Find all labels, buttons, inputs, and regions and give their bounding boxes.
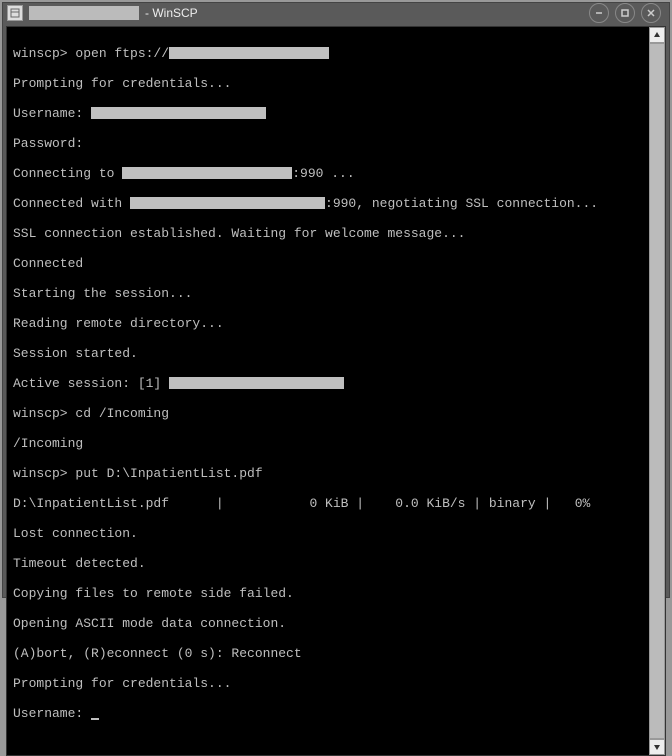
vertical-scrollbar[interactable]	[649, 27, 665, 755]
cursor	[91, 718, 99, 720]
out-line: Username:	[13, 106, 91, 121]
out-line: Opening ASCII mode data connection.	[13, 616, 643, 631]
window-controls	[589, 3, 665, 23]
app-icon	[7, 5, 23, 21]
out-line: Reading remote directory...	[13, 316, 643, 331]
terminal-area: winscp> open ftps:// Prompting for crede…	[6, 26, 666, 756]
scroll-track[interactable]	[649, 43, 665, 739]
out-line: Username:	[13, 706, 91, 721]
redacted-host	[130, 197, 325, 209]
cmd-cd: cd /Incoming	[68, 406, 169, 421]
out-line: Starting the session...	[13, 286, 643, 301]
out-line: /Incoming	[13, 436, 643, 451]
out-line: Connected	[13, 256, 643, 271]
close-button[interactable]	[641, 3, 661, 23]
out-line: Copying files to remote side failed.	[13, 586, 643, 601]
titlebar[interactable]: - WinSCP	[3, 3, 669, 23]
window-title: - WinSCP	[145, 6, 585, 20]
out-line: Prompting for credentials...	[13, 676, 643, 691]
out-line: :990, negotiating SSL connection...	[325, 196, 598, 211]
out-line: Password:	[13, 136, 643, 151]
redacted-host	[122, 167, 292, 179]
out-line: Prompting for credentials...	[13, 76, 643, 91]
out-line: Session started.	[13, 346, 643, 361]
redacted-session	[169, 377, 344, 389]
redacted-username	[91, 107, 266, 119]
out-line: D:\InpatientList.pdf | 0 KiB | 0.0 KiB/s…	[13, 496, 643, 511]
cmd-put: put D:\InpatientList.pdf	[68, 466, 263, 481]
scroll-thumb[interactable]	[649, 43, 665, 739]
out-line: SSL connection established. Waiting for …	[13, 226, 643, 241]
maximize-button[interactable]	[615, 3, 635, 23]
cmd-open: open ftps://	[68, 46, 169, 61]
redacted-host	[169, 47, 329, 59]
out-line: Active session: [1]	[13, 376, 169, 391]
terminal-output[interactable]: winscp> open ftps:// Prompting for crede…	[7, 27, 649, 755]
out-line: Connected with	[13, 196, 130, 211]
minimize-button[interactable]	[589, 3, 609, 23]
prompt: winscp>	[13, 406, 68, 421]
prompt: winscp>	[13, 466, 68, 481]
title-redacted	[29, 6, 139, 20]
scroll-up-button[interactable]	[649, 27, 665, 43]
out-line: :990 ...	[292, 166, 354, 181]
app-window: - WinSCP winscp> open ftps:// Prompting …	[2, 2, 670, 598]
prompt: winscp>	[13, 46, 68, 61]
out-line: Timeout detected.	[13, 556, 643, 571]
scroll-down-button[interactable]	[649, 739, 665, 755]
out-line: Connecting to	[13, 166, 122, 181]
out-line: Lost connection.	[13, 526, 643, 541]
out-line: (A)bort, (R)econnect (0 s): Reconnect	[13, 646, 643, 661]
